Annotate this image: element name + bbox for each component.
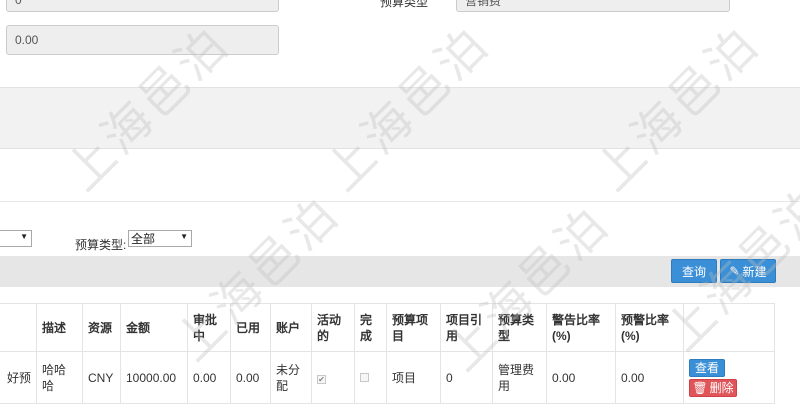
view-button[interactable]: 查看 (689, 358, 725, 377)
filter-budget-type-select[interactable]: 全部 ▼ (128, 230, 192, 247)
table-header-row: 描述 资源 金额 审批中 已用 账户 活动的 完成 预算项目 项目引用 预算类型… (0, 303, 775, 352)
new-button-label: 新建 (742, 264, 767, 279)
col-name (0, 303, 37, 352)
cell-project-ref: 0 (440, 351, 493, 404)
cell-account: 未分配 (270, 351, 312, 404)
cell-used: 0.00 (230, 351, 271, 404)
col-account: 账户 (270, 303, 312, 352)
filter-select-left[interactable]: ▼ (0, 230, 32, 247)
delete-button-label: 删除 (709, 380, 734, 395)
budget-table: 描述 资源 金额 审批中 已用 账户 活动的 完成 预算项目 项目引用 预算类型… (0, 303, 775, 404)
delete-button[interactable]: 🗑 删除 (689, 378, 737, 397)
trash-icon: 🗑 (692, 380, 708, 395)
cell-description: 哈哈哈 (36, 351, 83, 404)
new-button[interactable]: ✎ 新建 (720, 259, 776, 283)
table-row: 好预 哈哈哈 CNY 10000.00 0.00 0.00 未分配 ✔ 项目 0… (0, 351, 775, 404)
budget-type-field-value: 营销费 (465, 0, 502, 8)
pencil-icon: ✎ (729, 264, 740, 278)
col-actions (683, 303, 775, 352)
cell-currency: CNY (82, 351, 121, 404)
chevron-down-icon: ▼ (20, 232, 28, 241)
toolbar: 查询 ✎ 新建 (0, 256, 800, 287)
query-button-label: 查询 (681, 264, 706, 279)
cell-budget-type: 管理费用 (492, 351, 547, 404)
col-in-approval: 审批中 (187, 303, 231, 352)
cell-amount: 10000.00 (120, 351, 188, 404)
cell-active: ✔ (311, 351, 355, 404)
col-resource: 资源 (82, 303, 121, 352)
amount-field-value: 0.00 (15, 33, 39, 47)
col-used: 已用 (230, 303, 271, 352)
cell-name: 好预 (0, 351, 37, 404)
filter-budget-type-selected: 全部 (131, 232, 156, 246)
col-project-ref: 项目引用 (440, 303, 493, 352)
cell-in-approval: 0.00 (187, 351, 231, 404)
filter-budget-type-label: 预算类型: (75, 238, 127, 252)
chevron-down-icon: ▼ (180, 232, 188, 241)
col-budget-type: 预算类型 (492, 303, 547, 352)
col-alert-ratio: 预警比率(%) (615, 303, 684, 352)
cell-actions: 查看 🗑 删除 (683, 351, 775, 404)
col-budget-item: 预算项目 (386, 303, 441, 352)
completed-checkbox (360, 372, 369, 382)
active-checkbox: ✔ (317, 374, 326, 384)
amount-field[interactable]: 0.00 (6, 25, 279, 55)
cell-completed (354, 351, 387, 404)
cell-alert-ratio: 0.00 (615, 351, 684, 404)
col-amount: 金额 (120, 303, 188, 352)
top-left-field-value: 0 (15, 0, 22, 7)
cell-budget-item: 项目 (386, 351, 441, 404)
divider (0, 201, 800, 202)
cell-warning-ratio: 0.00 (546, 351, 616, 404)
view-button-label: 查看 (694, 360, 719, 375)
col-completed: 完成 (354, 303, 387, 352)
top-left-field[interactable]: 0 (6, 0, 279, 12)
col-description: 描述 (36, 303, 83, 352)
budget-type-field[interactable]: 营销费 (456, 0, 730, 12)
section-band (0, 87, 800, 149)
query-button[interactable]: 查询 (671, 259, 717, 283)
col-warning-ratio: 警告比率(%) (546, 303, 616, 352)
col-active: 活动的 (311, 303, 355, 352)
budget-type-label: 预算类型 (380, 0, 429, 9)
